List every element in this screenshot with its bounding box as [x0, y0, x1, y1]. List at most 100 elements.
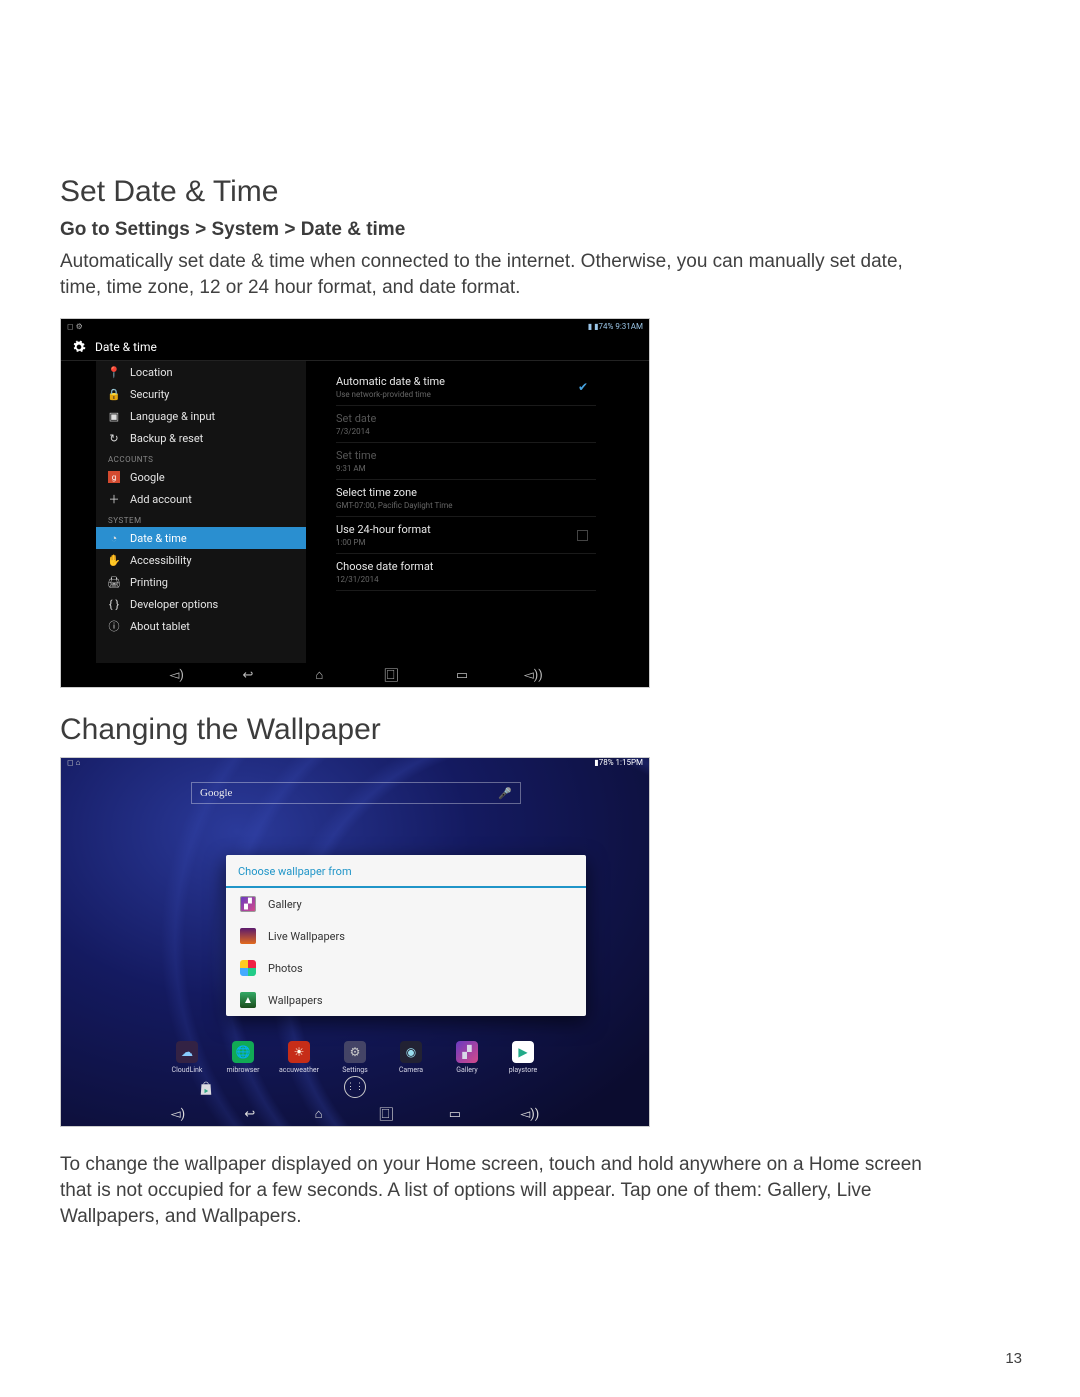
clock-icon: ◔ — [108, 532, 120, 545]
sidebar-item-google[interactable]: g Google — [96, 466, 306, 488]
status-right: ▮78% 1:15PM — [594, 758, 643, 772]
accessibility-icon: ✋ — [108, 554, 120, 567]
section2-heading: Changing the Wallpaper — [60, 713, 1020, 747]
dialog-item-live-wallpapers[interactable]: Live Wallpapers — [226, 920, 586, 952]
screenshot-icon[interactable]: ▭ — [452, 668, 472, 683]
dock-app-camera[interactable]: ◉Camera — [391, 1041, 431, 1074]
sidebar-item-developer[interactable]: { }Developer options — [96, 593, 306, 615]
apps-launcher-icon[interactable]: ⋮⋮ — [344, 1076, 366, 1098]
choose-wallpaper-dialog: Choose wallpaper from ▞ Gallery Live Wal… — [226, 855, 586, 1016]
recents-icon[interactable]: ⎕⃞ — [382, 1107, 390, 1122]
gallery-app-icon: ▞ — [456, 1041, 478, 1063]
dialog-item-photos[interactable]: Photos — [226, 952, 586, 984]
sidebar-item-about[interactable]: ⓘAbout tablet — [96, 615, 306, 637]
screenshot-wallpaper-dialog: ◻ ⌂ ▮78% 1:15PM Google 🎤 Choose wallpape… — [60, 757, 650, 1127]
back-icon[interactable]: ↩ — [244, 1107, 255, 1122]
row-label: Set time — [336, 449, 376, 462]
sidebar-item-printing[interactable]: 🖨 Printing — [96, 571, 306, 593]
sidebar-item-location[interactable]: 📍Location — [96, 361, 306, 383]
sidebar-item-language[interactable]: ▣Language & input — [96, 405, 306, 427]
settings-main-panel: Automatic date & time Use network-provid… — [306, 361, 649, 663]
dock-app-accuweather[interactable]: ☀accuweather — [279, 1041, 319, 1074]
back-icon[interactable]: ↩ — [238, 668, 258, 683]
row-sublabel: 1:00 PM — [336, 538, 431, 547]
section1-heading: Set Date & Time — [60, 175, 1020, 209]
home-dock: ☁ CloudLink 🌐 mibrowser ☀accuweather ⚙Sett… — [61, 1041, 649, 1074]
browser-icon: 🌐 — [232, 1041, 254, 1063]
sidebar-item-label: Printing — [130, 576, 168, 589]
section2-body: To change the wallpaper displayed on you… — [60, 1152, 940, 1229]
dialog-item-wallpapers[interactable]: ▲ Wallpapers — [226, 984, 586, 1016]
sidebar-item-label: Security — [130, 388, 169, 401]
sidebar-item-backup[interactable]: ↻ Backup & reset — [96, 427, 306, 449]
dialog-item-label: Photos — [268, 962, 303, 975]
status-right: ▮ ▮74% 9:31AM — [588, 322, 643, 331]
live-wallpapers-icon — [240, 928, 256, 944]
sidebar-item-label: Backup & reset — [130, 432, 203, 445]
app-label: CloudLink — [172, 1066, 203, 1074]
sidebar-item-label: Add account — [130, 493, 192, 506]
row-automatic-datetime[interactable]: Automatic date & time Use network-provid… — [336, 369, 596, 406]
row-sublabel: 9:31 AM — [336, 464, 376, 473]
checkbox-unchecked-icon[interactable] — [577, 530, 588, 541]
sidebar-item-label: Language & input — [130, 410, 215, 423]
gear-icon — [71, 339, 87, 355]
status-left-icons: ◻ ⚙ — [67, 322, 83, 331]
row-label: Automatic date & time — [336, 375, 445, 388]
dialog-item-label: Live Wallpapers — [268, 930, 345, 943]
settings-titlebar: Date & time — [61, 333, 649, 361]
section1-body: Automatically set date & time when conne… — [60, 249, 940, 300]
print-icon: 🖨 — [108, 576, 120, 589]
app-label: playstore — [509, 1066, 538, 1074]
dialog-item-gallery[interactable]: ▞ Gallery — [226, 888, 586, 920]
volume-down-icon[interactable]: ◅) — [171, 1107, 186, 1122]
app-label: mibrowser — [226, 1066, 259, 1074]
volume-up-icon[interactable]: ◅)) — [523, 668, 543, 683]
row-label: Select time zone — [336, 486, 453, 499]
dock-app-settings[interactable]: ⚙Settings — [335, 1041, 375, 1074]
volume-up-icon[interactable]: ◅)) — [520, 1107, 539, 1122]
sidebar-item-label: Google — [130, 471, 165, 484]
dock-app-playstore[interactable]: ▶playstore — [503, 1041, 543, 1074]
cloudlink-icon: ☁ — [176, 1041, 198, 1063]
dock-app-cloudlink[interactable]: ☁ CloudLink — [167, 1041, 207, 1074]
lock-icon: 🔒 — [108, 388, 120, 401]
row-set-time: Set time 9:31 AM — [336, 443, 596, 480]
reset-icon: ↻ — [108, 432, 120, 445]
recents-icon[interactable]: ⎕⃞ — [381, 668, 401, 683]
dock-app-gallery[interactable]: ▞Gallery — [447, 1041, 487, 1074]
dock-app-browser[interactable]: 🌐 mibrowser — [223, 1041, 263, 1074]
page-number: 13 — [1005, 1350, 1022, 1367]
sidebar-item-datetime[interactable]: ◔Date & time — [96, 527, 306, 549]
sidebar-header-system: SYSTEM — [96, 510, 306, 527]
google-icon: g — [108, 471, 120, 483]
settings-sidebar: 📍Location 🔒 Security ▣Language & input ↻ B… — [96, 361, 306, 663]
google-search-bar[interactable]: Google 🎤 — [191, 782, 521, 804]
sidebar-item-label: Location — [130, 366, 173, 379]
home-icon[interactable]: ⌂ — [309, 667, 329, 683]
row-timezone[interactable]: Select time zone GMT-07:00, Pacific Dayl… — [336, 480, 596, 517]
row-sublabel: 7/3/2014 — [336, 427, 376, 436]
row-sublabel: GMT-07:00, Pacific Daylight Time — [336, 501, 453, 510]
mic-icon[interactable]: 🎤 — [498, 787, 512, 800]
dialog-title: Choose wallpaper from — [226, 855, 586, 888]
sidebar-item-label: About tablet — [130, 620, 190, 633]
volume-down-icon[interactable]: ◅) — [167, 668, 187, 683]
home-icon[interactable]: ⌂ — [315, 1106, 323, 1122]
wallpapers-icon: ▲ — [240, 992, 256, 1008]
screenshot-settings-datetime: ◻ ⚙ ▮ ▮74% 9:31AM Date & time 📍Location … — [60, 318, 650, 688]
system-nav-bar: ◅) ↩ ⌂ ⎕⃞ ▭ ◅)) — [61, 663, 649, 687]
sidebar-item-security[interactable]: 🔒 Security — [96, 383, 306, 405]
dialog-item-label: Gallery — [268, 898, 302, 911]
row-date-format[interactable]: Choose date format 12/31/2014 — [336, 554, 596, 591]
row-sublabel: Use network-provided time — [336, 390, 445, 399]
row-24hour-format[interactable]: Use 24-hour format 1:00 PM — [336, 517, 596, 554]
search-brand-label: Google — [200, 787, 232, 799]
sidebar-item-accessibility[interactable]: ✋Accessibility — [96, 549, 306, 571]
app-label: Camera — [399, 1066, 423, 1074]
checkbox-checked-icon[interactable]: ✔ — [578, 380, 588, 394]
sidebar-item-add-account[interactable]: ＋Add account — [96, 488, 306, 510]
screenshot-icon[interactable]: ▭ — [449, 1107, 461, 1122]
row-label: Choose date format — [336, 560, 433, 573]
row-sublabel: 12/31/2014 — [336, 575, 433, 584]
